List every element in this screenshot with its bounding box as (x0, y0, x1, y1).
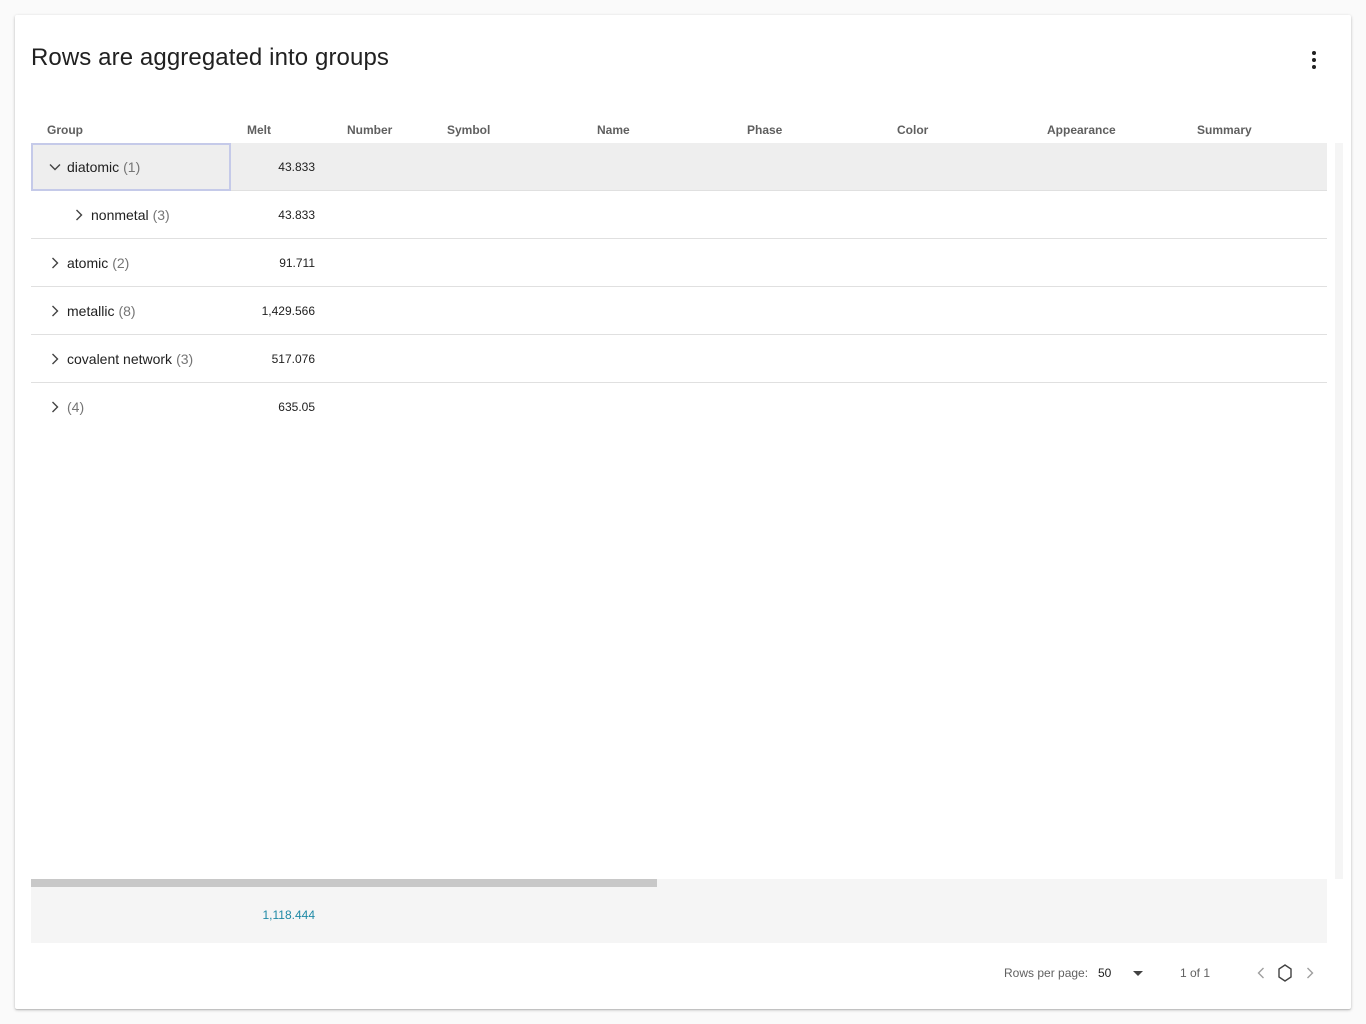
chevron-left-icon[interactable] (1251, 963, 1271, 983)
grid-title: Rows are aggregated into groups (31, 44, 389, 71)
group-label: covalent network (67, 351, 173, 367)
chevron-right-icon[interactable] (71, 207, 87, 223)
column-header-group[interactable]: Group (47, 113, 83, 147)
column-header-phase[interactable]: Phase (747, 113, 782, 147)
column-header-row: Group Melt Number Symbol Name Phase Colo… (31, 113, 1327, 147)
chevron-right-icon[interactable] (47, 255, 63, 271)
column-header-symbol[interactable]: Symbol (447, 113, 490, 147)
hexagon-icon[interactable] (1275, 963, 1295, 983)
chevron-right-icon[interactable] (1300, 963, 1320, 983)
group-count: (3) (152, 207, 170, 223)
horizontal-scrollbar[interactable] (31, 879, 1327, 887)
column-header-appearance[interactable]: Appearance (1047, 113, 1116, 147)
group-row[interactable]: metallic (8) 1,429.566 (31, 287, 1327, 335)
group-label: nonmetal (91, 207, 149, 223)
group-cell[interactable]: covalent network (3) (31, 335, 231, 383)
group-row[interactable]: diatomic (1) 43.833 (31, 143, 1327, 191)
melt-cell: 43.833 (278, 160, 315, 174)
more-vertical-icon[interactable] (1299, 45, 1329, 75)
melt-cell: 1,429.566 (261, 304, 315, 318)
melt-cell: 91.711 (279, 256, 315, 270)
melt-total: 1,118.444 (262, 908, 316, 922)
rows-per-page-label: Rows per page: (1004, 966, 1089, 980)
group-row[interactable]: covalent network (3) 517.076 (31, 335, 1327, 383)
group-label: atomic (67, 255, 109, 271)
chevron-right-icon[interactable] (47, 351, 63, 367)
group-label: metallic (67, 303, 115, 319)
melt-cell: 635.05 (278, 400, 315, 414)
column-header-number[interactable]: Number (347, 113, 392, 147)
group-cell[interactable]: metallic (8) (31, 287, 231, 335)
horizontal-scrollbar-thumb[interactable] (31, 879, 657, 887)
column-header-color[interactable]: Color (897, 113, 928, 147)
column-header-summary[interactable]: Summary (1197, 113, 1252, 147)
page-range: 1 of 1 (1180, 966, 1211, 980)
melt-cell: 43.833 (278, 208, 315, 222)
group-row[interactable]: atomic (2) 91.711 (31, 239, 1327, 287)
melt-cell: 517.076 (271, 352, 315, 366)
group-cell[interactable]: nonmetal (3) (31, 191, 231, 239)
column-header-name[interactable]: Name (597, 113, 630, 147)
group-cell[interactable]: (4) (31, 383, 231, 431)
rows-per-page-select[interactable]: 50 (1098, 966, 1111, 980)
chevron-down-icon[interactable] (47, 159, 63, 175)
group-count: (1) (123, 159, 141, 175)
chevron-right-icon[interactable] (47, 399, 63, 415)
group-count: (8) (118, 303, 136, 319)
group-count: (3) (176, 351, 194, 367)
data-grid-card: Rows are aggregated into groups Group Me… (15, 15, 1351, 1009)
vertical-scrollbar[interactable] (1335, 143, 1343, 879)
grid-body: diatomic (1) 43.833 nonmetal (3) 43.833 … (31, 143, 1343, 879)
aggregation-footer: 1,118.444 (31, 887, 1327, 943)
group-row[interactable]: (4) 635.05 (31, 383, 1327, 431)
group-row[interactable]: nonmetal (3) 43.833 (31, 191, 1327, 239)
caret-down-icon[interactable] (1133, 971, 1143, 976)
chevron-right-icon[interactable] (47, 303, 63, 319)
group-label: diatomic (67, 159, 120, 175)
group-cell[interactable]: diatomic (1) (31, 143, 231, 191)
group-count: (2) (112, 255, 130, 271)
group-count: (4) (67, 399, 85, 415)
column-header-melt[interactable]: Melt (247, 113, 271, 147)
pagination: Rows per page: 50 1 of 1 (15, 955, 1351, 991)
group-cell[interactable]: atomic (2) (31, 239, 231, 287)
